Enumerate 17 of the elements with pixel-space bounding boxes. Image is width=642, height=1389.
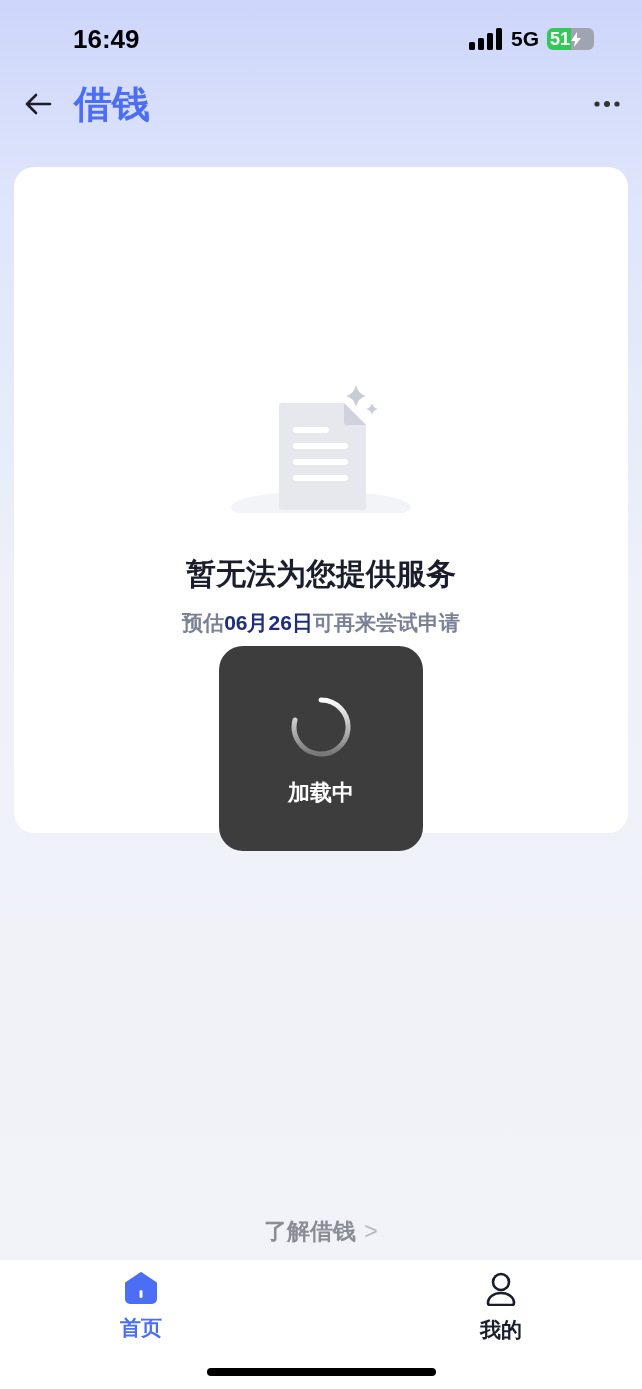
battery-indicator: 51	[547, 28, 594, 50]
tab-item[interactable]: 我的	[480, 1272, 522, 1352]
empty-state-subtitle: 预估06月26日可再来尝试申请	[182, 610, 460, 636]
page-title: 借钱	[74, 81, 150, 127]
home-icon	[124, 1272, 158, 1304]
spinner-icon	[290, 696, 352, 758]
signal-icon	[469, 28, 503, 50]
network-label: 5G	[511, 26, 539, 53]
profile-icon	[485, 1272, 517, 1306]
learn-more-link[interactable]: 了解借钱 >	[264, 1213, 378, 1248]
tab-item[interactable]: 首页	[120, 1272, 162, 1352]
more-icon[interactable]	[594, 101, 620, 107]
loading-label: 加载中	[288, 779, 354, 807]
charging-bolt-icon	[571, 31, 582, 47]
back-arrow-icon[interactable]	[24, 92, 52, 116]
empty-state-title: 暂无法为您提供服务	[186, 559, 456, 589]
status-time: 16:49	[73, 22, 140, 56]
